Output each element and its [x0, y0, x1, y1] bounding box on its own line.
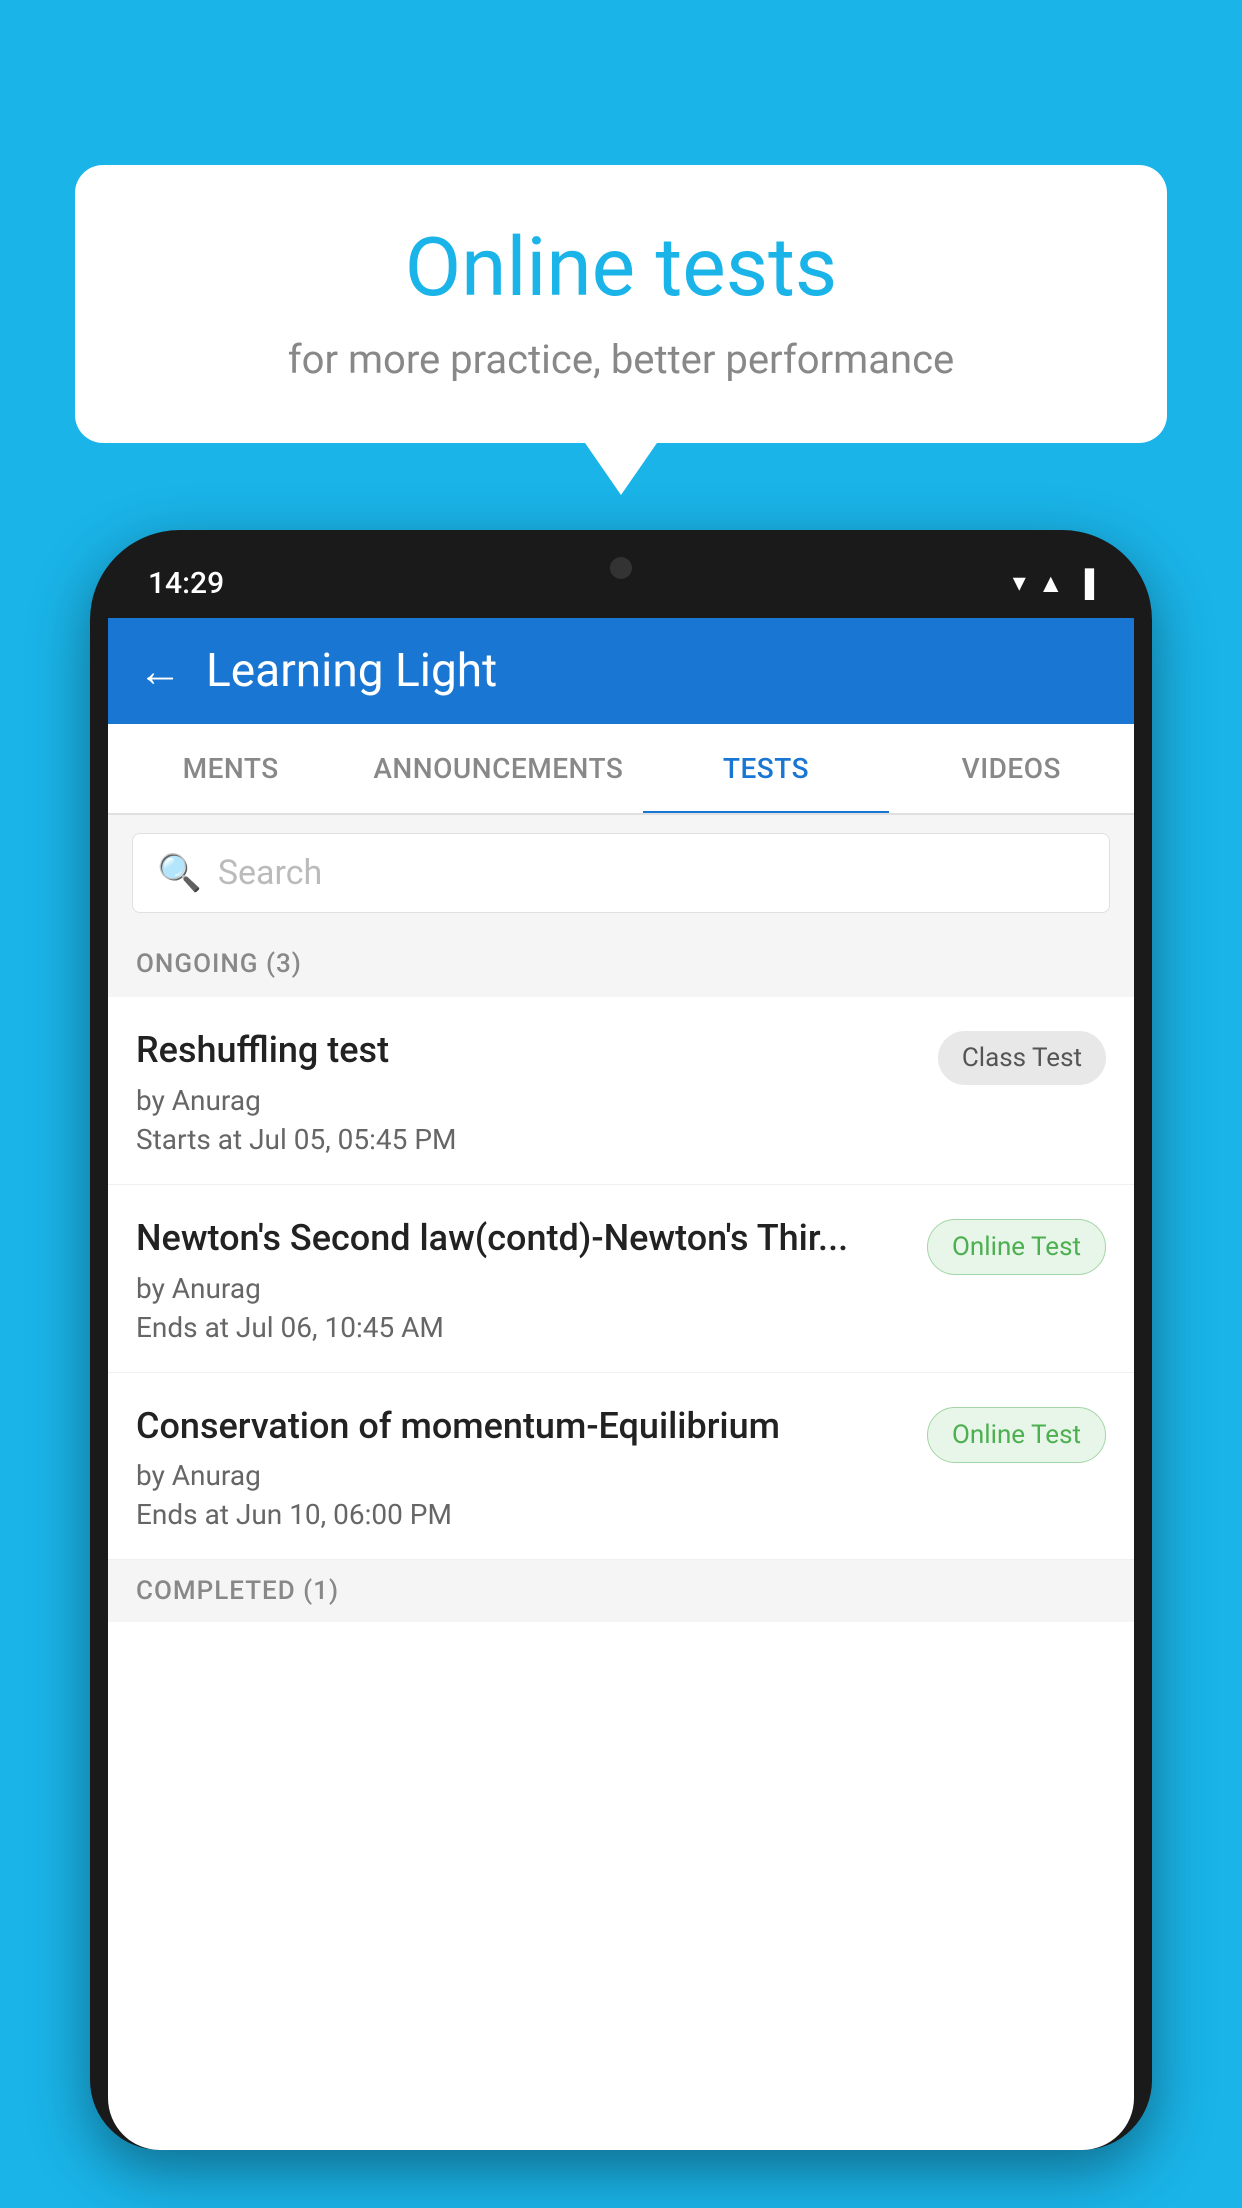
tab-tests[interactable]: TESTS: [643, 724, 888, 813]
phone-frame: 14:29 ▾ ▲ ▐ ← Learning Light MENTS: [90, 530, 1152, 2150]
test-name: Newton's Second law(contd)-Newton's Thir…: [136, 1215, 907, 1262]
test-name: Conservation of momentum-Equilibrium: [136, 1403, 907, 1450]
phone-screen: ← Learning Light MENTS ANNOUNCEMENTS TES…: [108, 618, 1134, 2150]
completed-label: COMPLETED (1): [136, 1576, 339, 1606]
status-time: 14:29: [148, 566, 224, 601]
phone-notch: [561, 548, 681, 588]
test-item[interactable]: Conservation of momentum-Equilibrium by …: [108, 1373, 1134, 1561]
test-badge: Online Test: [927, 1219, 1106, 1275]
status-bar: 14:29 ▾ ▲ ▐: [108, 548, 1134, 618]
tabs-container: MENTS ANNOUNCEMENTS TESTS VIDEOS: [108, 724, 1134, 815]
search-container: 🔍 Search: [108, 815, 1134, 931]
tab-announcements[interactable]: ANNOUNCEMENTS: [353, 724, 643, 813]
test-author: by Anurag: [136, 1272, 907, 1305]
completed-section-header: COMPLETED (1): [108, 1560, 1134, 1622]
back-button[interactable]: ←: [138, 645, 182, 697]
app-header: ← Learning Light: [108, 618, 1134, 724]
speech-bubble-container: Online tests for more practice, better p…: [75, 165, 1167, 443]
search-placeholder: Search: [218, 853, 322, 893]
app-title: Learning Light: [206, 644, 497, 698]
test-badge: Online Test: [927, 1407, 1106, 1463]
battery-icon: ▐: [1076, 568, 1094, 599]
search-bar[interactable]: 🔍 Search: [132, 833, 1110, 913]
ongoing-label: ONGOING (3): [136, 949, 302, 979]
tab-videos[interactable]: VIDEOS: [889, 724, 1134, 813]
test-date: Starts at Jul 05, 05:45 PM: [136, 1123, 918, 1156]
bubble-subtitle: for more practice, better performance: [135, 336, 1107, 383]
tab-ments[interactable]: MENTS: [108, 724, 353, 813]
test-badge: Class Test: [938, 1031, 1106, 1085]
test-info: Newton's Second law(contd)-Newton's Thir…: [136, 1215, 907, 1344]
wifi-icon: ▾: [1013, 568, 1026, 598]
test-list: Reshuffling test by Anurag Starts at Jul…: [108, 997, 1134, 1560]
test-item[interactable]: Newton's Second law(contd)-Newton's Thir…: [108, 1185, 1134, 1373]
test-author: by Anurag: [136, 1084, 918, 1117]
test-date: Ends at Jul 06, 10:45 AM: [136, 1311, 907, 1344]
test-item[interactable]: Reshuffling test by Anurag Starts at Jul…: [108, 997, 1134, 1185]
test-name: Reshuffling test: [136, 1027, 918, 1074]
signal-icon: ▲: [1038, 568, 1064, 599]
camera-dot: [610, 557, 632, 579]
test-info: Conservation of momentum-Equilibrium by …: [136, 1403, 907, 1532]
test-info: Reshuffling test by Anurag Starts at Jul…: [136, 1027, 918, 1156]
test-date: Ends at Jun 10, 06:00 PM: [136, 1498, 907, 1531]
status-icons: ▾ ▲ ▐: [1013, 568, 1094, 599]
bubble-title: Online tests: [135, 220, 1107, 316]
test-author: by Anurag: [136, 1459, 907, 1492]
search-icon: 🔍: [157, 852, 202, 894]
ongoing-section-header: ONGOING (3): [108, 931, 1134, 997]
speech-bubble: Online tests for more practice, better p…: [75, 165, 1167, 443]
phone-container: 14:29 ▾ ▲ ▐ ← Learning Light MENTS: [90, 530, 1152, 2208]
